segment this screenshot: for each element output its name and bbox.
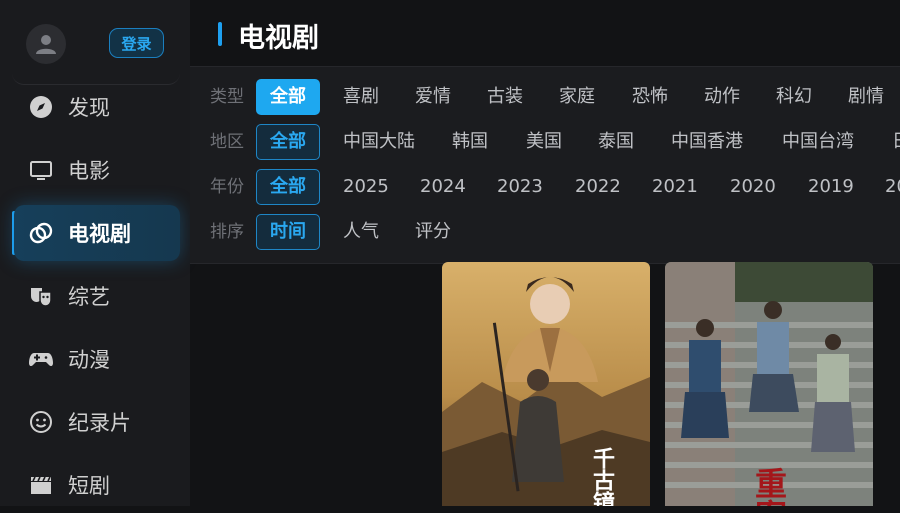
sidebar-item-label: 电视剧: [68, 222, 131, 246]
login-button[interactable]: 登录: [109, 28, 164, 58]
poster-title: 千古镜鉴: [589, 447, 616, 506]
filter-label: 类型: [210, 87, 244, 107]
sidebar-item-variety[interactable]: 综艺: [14, 268, 180, 324]
filter-chip[interactable]: 家庭: [559, 79, 595, 115]
title-accent-bar: [218, 22, 222, 46]
sidebar-item-label: 发现: [68, 96, 110, 120]
poster-card[interactable]: 重案: [665, 262, 873, 506]
filter-chip[interactable]: 20: [885, 169, 900, 205]
filter-chip-selected[interactable]: 全部: [256, 124, 320, 160]
poster-image: 重案: [665, 262, 873, 506]
filter-row-year: 年份 全部 2025 2024 2023 2022 2021 2020 2019…: [190, 169, 900, 205]
filter-chip[interactable]: 中国大陆: [343, 124, 415, 160]
filter-chip-selected[interactable]: 全部: [256, 79, 320, 115]
filter-chip[interactable]: 中国台湾: [782, 124, 854, 160]
filter-row-type: 类型 全部 喜剧 爱情 古装 家庭 恐怖 动作 科幻 剧情: [190, 79, 900, 115]
filter-chip[interactable]: 2022: [575, 169, 621, 205]
filter-chip[interactable]: 2019: [808, 169, 854, 205]
sidebar-item-movies[interactable]: 电影: [14, 142, 180, 198]
monitor-icon: [28, 157, 54, 183]
sidebar-item-tv-series[interactable]: 电视剧: [14, 205, 180, 261]
filter-chip[interactable]: 2025: [343, 169, 389, 205]
filter-label: 年份: [210, 177, 244, 197]
avatar[interactable]: [26, 24, 66, 64]
sidebar-item-short-drama[interactable]: 短剧: [14, 457, 180, 513]
filter-chip[interactable]: 2021: [652, 169, 698, 205]
sidebar-item-label: 纪录片: [68, 411, 131, 435]
filter-chip[interactable]: 评分: [415, 214, 451, 250]
filter-chip[interactable]: 剧情: [848, 79, 884, 115]
filter-label: 地区: [210, 132, 244, 152]
filter-chip[interactable]: 泰国: [598, 124, 634, 160]
filter-chip[interactable]: 2024: [420, 169, 466, 205]
poster-card[interactable]: 千古镜鉴: [442, 262, 650, 506]
sidebar-item-label: 综艺: [68, 285, 110, 309]
filter-chip[interactable]: 2023: [497, 169, 543, 205]
filter-row-region: 地区 全部 中国大陆 韩国 美国 泰国 中国香港 中国台湾 日: [190, 124, 900, 160]
filter-chip[interactable]: 中国香港: [671, 124, 743, 160]
filter-chip[interactable]: 科幻: [776, 79, 812, 115]
sidebar-item-discover[interactable]: 发现: [14, 79, 180, 135]
filter-panel: 类型 全部 喜剧 爱情 古装 家庭 恐怖 动作 科幻 剧情 地区 全部 中国大陆…: [190, 66, 900, 264]
filter-chip-selected[interactable]: 时间: [256, 214, 320, 250]
page-title: 电视剧: [238, 23, 319, 54]
filter-chip-selected[interactable]: 全部: [256, 169, 320, 205]
sidebar-item-documentary[interactable]: 纪录片: [14, 394, 180, 450]
poster-title: 重案: [750, 467, 788, 506]
sidebar-item-label: 动漫: [68, 348, 110, 372]
compass-icon: [28, 94, 54, 120]
filter-chip[interactable]: 日: [892, 124, 900, 160]
filter-chip[interactable]: 爱情: [415, 79, 451, 115]
sidebar-item-label: 短剧: [68, 474, 110, 498]
filter-chip[interactable]: 恐怖: [632, 79, 668, 115]
user-icon: [36, 35, 56, 54]
filter-chip[interactable]: 喜剧: [343, 79, 379, 115]
filter-label: 排序: [210, 222, 244, 242]
tv-rings-icon: [28, 220, 54, 246]
masks-icon: [28, 283, 54, 309]
clapper-icon: [28, 472, 54, 498]
filter-chip[interactable]: 古装: [487, 79, 523, 115]
sidebar: 登录 发现 电影 电视剧 综艺 动漫 纪录片 短剧: [0, 0, 190, 506]
sidebar-item-anime[interactable]: 动漫: [14, 331, 180, 387]
filter-chip[interactable]: 2020: [730, 169, 776, 205]
poster-image: 千古镜鉴: [442, 262, 650, 506]
filter-chip[interactable]: 韩国: [452, 124, 488, 160]
gamepad-icon: [28, 346, 54, 372]
filter-chip[interactable]: 人气: [343, 214, 379, 250]
filter-chip[interactable]: 美国: [526, 124, 562, 160]
filter-chip[interactable]: 动作: [704, 79, 740, 115]
smiley-icon: [28, 409, 54, 435]
sidebar-item-label: 电影: [68, 159, 110, 183]
user-panel: 登录: [12, 0, 180, 85]
filter-row-sort: 排序 时间 人气 评分: [190, 214, 900, 250]
